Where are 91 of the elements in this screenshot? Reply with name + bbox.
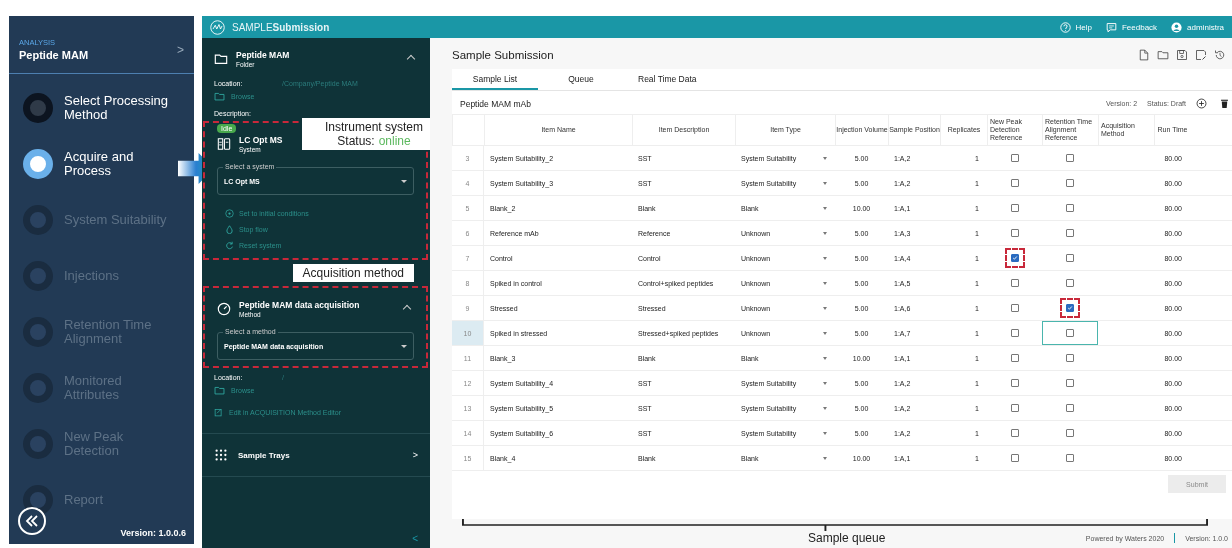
tab[interactable]: Sample List (452, 69, 538, 90)
checkbox[interactable] (1066, 379, 1074, 387)
system-name: LC Opt MS (239, 135, 283, 145)
drop-icon[interactable] (225, 225, 234, 234)
save-icon[interactable] (1176, 49, 1188, 61)
checkbox[interactable] (1066, 354, 1074, 362)
checkbox[interactable] (1010, 429, 1019, 437)
target-icon[interactable] (225, 209, 234, 218)
caret-icon[interactable] (823, 306, 827, 310)
checkbox[interactable] (1010, 404, 1019, 412)
add-icon[interactable] (1196, 98, 1207, 109)
caret-icon[interactable] (823, 456, 827, 460)
edit-icon[interactable] (214, 408, 223, 417)
caret-icon[interactable] (823, 156, 827, 160)
checkbox[interactable] (1066, 279, 1074, 287)
instrument-icon (217, 137, 231, 151)
caret-icon[interactable] (823, 406, 827, 410)
checkbox[interactable] (1066, 254, 1074, 262)
grid-icon[interactable] (214, 448, 228, 462)
reset-icon[interactable] (225, 241, 234, 250)
step-label[interactable]: Monitored Attributes (64, 374, 174, 402)
checkbox[interactable] (1066, 179, 1074, 187)
checkbox[interactable] (1066, 429, 1074, 437)
checkbox[interactable] (1010, 379, 1019, 387)
collapse-panel-button[interactable]: < (412, 533, 418, 544)
checkbox[interactable] (1066, 329, 1074, 337)
header-link[interactable]: Feedback (1105, 21, 1158, 33)
checkbox[interactable] (1010, 279, 1019, 287)
status-value: online (378, 134, 411, 148)
help-icon[interactable] (1059, 21, 1071, 33)
checkbox[interactable] (1010, 304, 1019, 312)
checkbox[interactable] (1010, 154, 1019, 162)
caret-icon[interactable] (823, 181, 827, 185)
step-label[interactable]: Report (64, 493, 174, 507)
step-label[interactable]: New Peak Detection (64, 430, 174, 458)
folder-name: Peptide MAM (236, 50, 291, 60)
caret-icon[interactable] (823, 431, 827, 435)
step-label[interactable]: Acquire and Process (64, 150, 174, 178)
folder-icon[interactable] (1157, 49, 1169, 61)
checkbox[interactable] (1010, 454, 1019, 462)
step-label[interactable]: Retention Time Alignment (64, 318, 174, 346)
checkbox[interactable] (1010, 254, 1019, 262)
step-label[interactable]: System Suitability (64, 213, 174, 227)
checkbox[interactable] (1066, 404, 1074, 412)
step-label[interactable]: Injections (64, 269, 174, 283)
checkbox[interactable] (1010, 179, 1019, 187)
tab[interactable]: Real Time Data (624, 69, 711, 90)
app-title: SAMPLESubmission (232, 21, 330, 33)
annotation-text: Acquisition method (302, 266, 404, 280)
tab[interactable]: Queue (538, 69, 624, 90)
header-link[interactable]: administra (1171, 21, 1224, 33)
annotation-text: Sample queue (808, 531, 886, 545)
caret-icon[interactable] (823, 206, 827, 210)
method-name: Peptide MAM data acquisition (239, 300, 361, 310)
checkbox[interactable] (1066, 154, 1074, 162)
save-as-icon[interactable] (1195, 49, 1207, 61)
chat-icon[interactable] (1105, 21, 1117, 33)
collapse-button[interactable] (17, 506, 47, 536)
caret-icon[interactable] (823, 356, 827, 360)
logo-icon (210, 19, 225, 35)
version-text: Version: 1.0.0.6 (120, 528, 186, 538)
list-title: Peptide MAM mAb (460, 98, 531, 109)
folder-icon (214, 52, 228, 66)
caret-icon[interactable] (823, 331, 827, 335)
caret-icon[interactable] (823, 381, 827, 385)
folder-icon[interactable] (214, 91, 225, 102)
annotation-text: Instrument system (325, 120, 423, 134)
page-title: Sample Submission (452, 49, 554, 61)
caret-icon[interactable] (823, 231, 827, 235)
analysis-title[interactable]: Peptide MAM (19, 49, 177, 61)
checkbox[interactable] (1010, 329, 1019, 337)
gauge-icon (217, 302, 231, 316)
checkbox[interactable] (1066, 454, 1074, 462)
new-file-icon[interactable] (1138, 49, 1150, 61)
caret-icon[interactable] (823, 281, 827, 285)
checkbox[interactable] (1010, 354, 1019, 362)
history-icon[interactable] (1214, 49, 1226, 61)
checkbox[interactable] (1066, 229, 1074, 237)
checkbox[interactable] (1010, 204, 1019, 212)
chevron-icon[interactable]: > (177, 42, 184, 57)
checkbox[interactable] (1066, 304, 1074, 312)
delete-icon[interactable] (1219, 98, 1230, 109)
annotation-text: Status: (337, 134, 375, 148)
sample-trays-item[interactable]: Sample Trays > (202, 433, 430, 477)
header-link[interactable]: Help (1059, 21, 1092, 33)
caret-icon[interactable] (823, 256, 827, 260)
step-label[interactable]: Select Processing Method (64, 94, 174, 122)
checkbox[interactable] (1010, 229, 1019, 237)
checkbox[interactable] (1066, 204, 1074, 212)
folder-icon[interactable] (214, 385, 225, 396)
user-icon[interactable] (1171, 21, 1183, 33)
